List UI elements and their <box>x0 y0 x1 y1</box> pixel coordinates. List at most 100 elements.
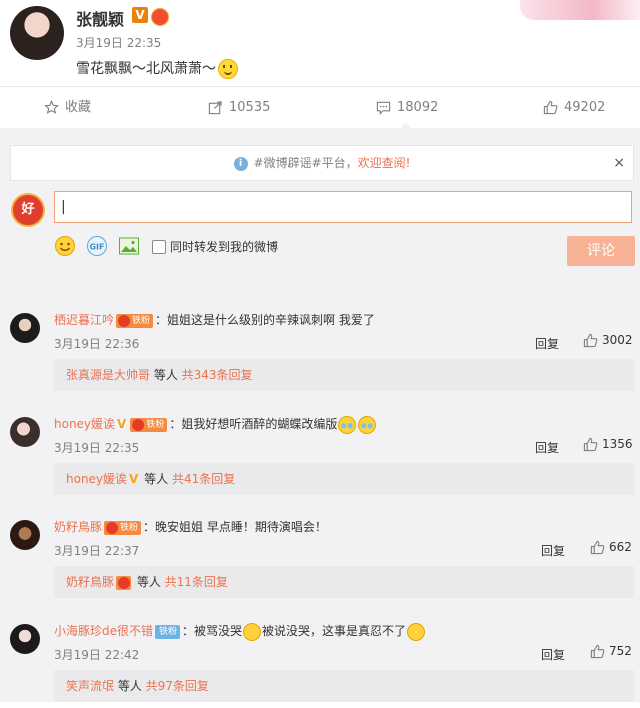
sync-checkbox[interactable] <box>152 240 166 254</box>
comment-time: 3月19日 22:42 <box>54 648 140 662</box>
author-name[interactable]: 张靓颖 <box>76 6 124 30</box>
gif-icon[interactable]: GIF <box>86 235 108 257</box>
submit-comment-button[interactable]: 评论 <box>567 236 635 266</box>
comment-like-button[interactable]: 662 <box>590 540 632 555</box>
commenter-name[interactable]: 小海豚珍de很不错 <box>54 624 153 638</box>
forward-count: 10535 <box>229 100 271 115</box>
forward-icon <box>208 101 222 115</box>
comment-like-button[interactable]: 3002 <box>583 333 633 348</box>
sub-reply-user[interactable]: 奶籽鳥豚 <box>66 575 114 589</box>
sub-replies[interactable]: 笑声流氓 等人 共97条回复 <box>54 670 634 702</box>
comment-item: honey媛诶 V 铁粉 ：姐我好想听酒醉的蝴蝶改编版 3月19日 22:35 回复 … <box>0 409 640 501</box>
comment-text: ：晚安姐姐 早点睡！期待演唱会！ <box>143 520 327 534</box>
comment-text: ：姐我好想听酒醉的蝴蝶改编版 <box>169 417 338 431</box>
iron-fan-badge[interactable]: 铁粉 <box>104 520 142 535</box>
like-button[interactable]: 49202 <box>543 87 605 129</box>
comment-time: 3月19日 22:35 <box>54 441 140 455</box>
my-avatar[interactable]: 好 <box>11 193 45 227</box>
sub-reply-user[interactable]: 张真源是大帅哥 <box>66 368 150 382</box>
sub-reply-mid: 等人 <box>133 575 165 589</box>
comment-body: 栖迟暮江吟 铁粉 ：姐姐这是什么级别的辛辣讽刺啊 我爱了 <box>54 311 375 328</box>
comment-body: honey媛诶 V 铁粉 ：姐我好想听酒醉的蝴蝶改编版 <box>54 415 377 434</box>
shocked-emoji-icon <box>407 622 426 641</box>
post-text-content: 雪花飘飘～北风萧萧～ <box>76 61 216 77</box>
sync-label[interactable]: 同时转发到我的微博 <box>170 238 278 255</box>
notice-tag[interactable]: #微博辟谣#平台， <box>254 156 358 170</box>
collect-label: 收藏 <box>65 100 92 115</box>
iron-fan-badge[interactable]: 铁粉 <box>155 624 181 639</box>
sub-reply-count[interactable]: 共41条回复 <box>172 472 235 486</box>
comment-item: 栖迟暮江吟 铁粉 ：姐姐这是什么级别的辛辣讽刺啊 我爱了 3月19日 22:36 回… <box>0 305 640 397</box>
comment-body: 奶籽鳥豚 铁粉 ：晚安姐姐 早点睡！期待演唱会！ <box>54 518 327 535</box>
comment-time: 3月19日 22:37 <box>54 544 140 558</box>
fan-badge-icon <box>116 575 132 590</box>
sub-reply-count[interactable]: 共97条回复 <box>146 679 209 693</box>
sub-replies[interactable]: 张真源是大帅哥 等人 共343条回复 <box>54 359 634 391</box>
thumbs-up-icon <box>583 437 598 452</box>
comment-like-button[interactable]: 752 <box>590 644 632 659</box>
star-icon <box>44 100 59 114</box>
image-icon[interactable] <box>118 235 140 257</box>
crying-emoji-icon <box>358 415 377 434</box>
reply-button[interactable]: 回复 <box>541 646 565 663</box>
post-text: 雪花飘飘～北风萧萧～ <box>76 58 238 79</box>
commenter-name[interactable]: 奶籽鳥豚 <box>54 520 102 534</box>
sub-replies[interactable]: honey媛诶 V 等人 共41条回复 <box>54 463 634 495</box>
comment-text: ：姐姐这是什么级别的辛辣讽刺啊 我爱了 <box>155 313 375 327</box>
thumbs-up-icon <box>590 540 605 555</box>
sub-replies[interactable]: 奶籽鳥豚 等人 共11条回复 <box>54 566 634 598</box>
fan-badge-icon <box>151 8 169 26</box>
sad-emoji-icon <box>243 622 262 641</box>
comment-like-button[interactable]: 1356 <box>583 437 633 452</box>
comment-body: 小海豚珍de很不错 铁粉 ：被骂没哭 被说没哭，这事是真忍不了 <box>54 622 426 641</box>
comment-item: 奶籽鳥豚 铁粉 ：晚安姐姐 早点睡！期待演唱会！ 3月19日 22:37 回复 66… <box>0 512 640 604</box>
sub-reply-mid: 等人 <box>150 368 182 382</box>
comment-icon <box>376 101 391 115</box>
comment-count: 18092 <box>397 100 439 115</box>
comment-input[interactable]: | <box>54 191 632 223</box>
like-count: 49202 <box>564 100 606 115</box>
thumbs-up-icon <box>583 333 598 348</box>
comment-text: ：被骂没哭 <box>182 624 243 638</box>
reply-button[interactable]: 回复 <box>541 542 565 559</box>
iron-fan-badge[interactable]: 铁粉 <box>116 313 154 328</box>
reply-button[interactable]: 回复 <box>535 439 559 456</box>
crying-emoji-icon <box>338 415 357 434</box>
commenter-name[interactable]: honey媛诶 <box>54 417 115 431</box>
verified-icon: V <box>132 7 148 23</box>
verified-icon: V <box>117 417 127 431</box>
notice-link[interactable]: 欢迎查阅! <box>358 156 411 170</box>
sub-reply-count[interactable]: 共11条回复 <box>165 575 228 589</box>
svg-text:GIF: GIF <box>89 243 104 252</box>
decorative-banner <box>520 0 640 20</box>
sub-reply-mid: 等人 <box>140 472 172 486</box>
reply-button[interactable]: 回复 <box>535 335 559 352</box>
comment-item: 小海豚珍de很不错 铁粉 ：被骂没哭 被说没哭，这事是真忍不了 3月19日 22:42… <box>0 616 640 708</box>
like-count: 752 <box>609 644 632 658</box>
sub-reply-user[interactable]: honey媛诶 <box>66 472 127 486</box>
iron-fan-badge[interactable]: 铁粉 <box>130 417 168 432</box>
commenter-avatar[interactable] <box>10 417 40 447</box>
thumbs-up-icon <box>590 644 605 659</box>
comment-time: 3月19日 22:36 <box>54 337 140 351</box>
author-avatar[interactable] <box>10 6 64 60</box>
weibo-post: 张靓颖 V 3月19日 22:35 雪花飘飘～北风萧萧～ <box>0 0 640 86</box>
comment-section: i #微博辟谣#平台，欢迎查阅! × 好 | GIF 同时转发到我的微博 评论 栖… <box>0 128 640 702</box>
thumbs-up-icon <box>543 100 558 115</box>
sub-reply-mid: 等人 <box>114 679 146 693</box>
rumor-notice: i #微博辟谣#平台，欢迎查阅! × <box>10 145 634 181</box>
smile-emoji-icon <box>218 59 238 79</box>
close-icon[interactable]: × <box>613 146 625 180</box>
commenter-avatar[interactable] <box>10 624 40 654</box>
forward-button[interactable]: 10535 <box>208 87 270 129</box>
verified-icon: V <box>129 472 139 486</box>
commenter-avatar[interactable] <box>10 520 40 550</box>
commenter-avatar[interactable] <box>10 313 40 343</box>
like-count: 662 <box>609 540 632 554</box>
post-time[interactable]: 3月19日 22:35 <box>76 34 161 51</box>
emoji-icon[interactable] <box>54 235 76 257</box>
sub-reply-user[interactable]: 笑声流氓 <box>66 679 114 693</box>
collect-button[interactable]: 收藏 <box>44 87 91 129</box>
commenter-name[interactable]: 栖迟暮江吟 <box>54 313 114 327</box>
sub-reply-count[interactable]: 共343条回复 <box>182 368 253 382</box>
